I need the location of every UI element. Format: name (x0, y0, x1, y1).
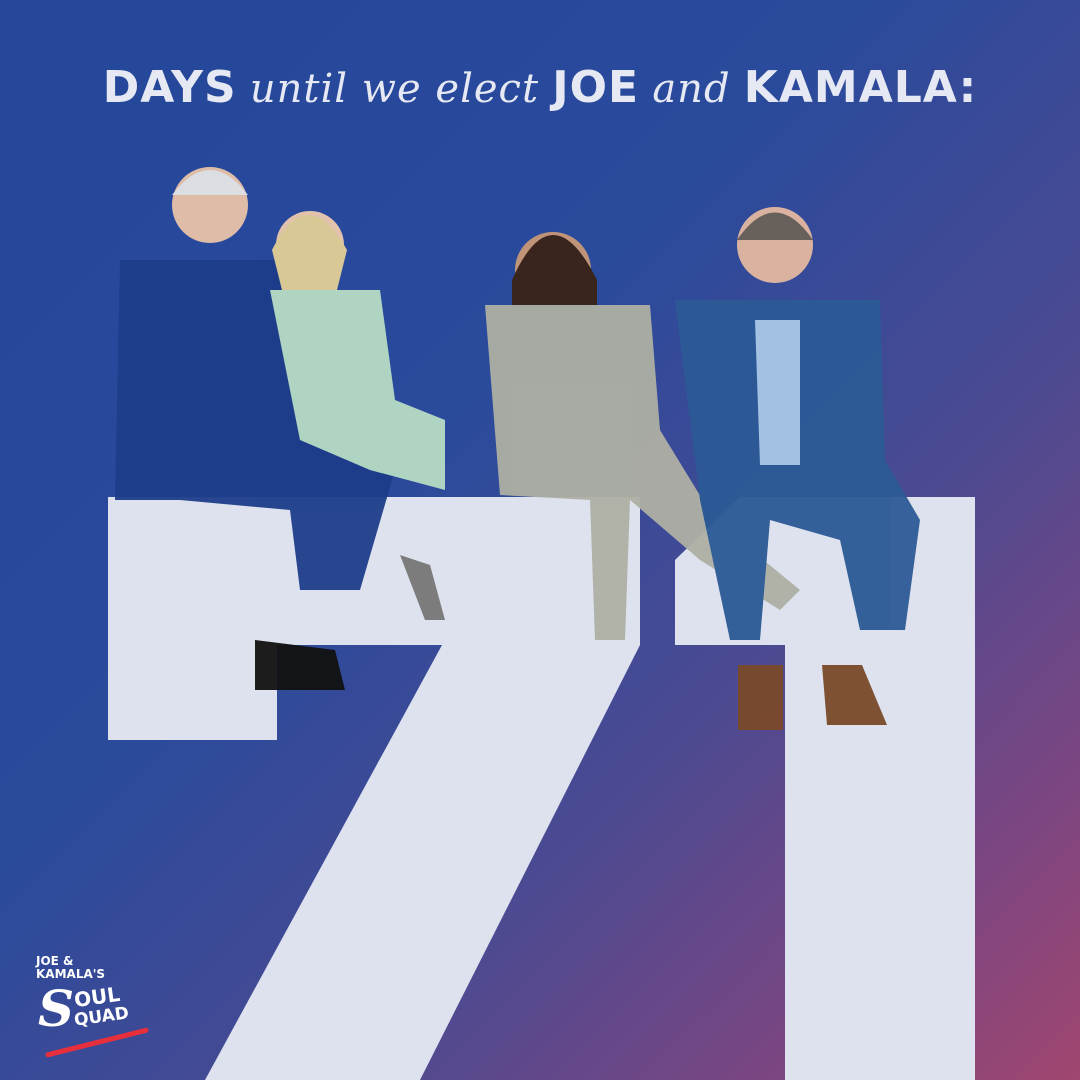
soul-squad-logo: JOE & KAMALA'S S OUL QUAD (36, 955, 150, 1058)
logo-s: S (38, 979, 75, 1038)
countdown-number-71: 71 (108, 167, 975, 1080)
digit-7 (108, 497, 640, 1080)
